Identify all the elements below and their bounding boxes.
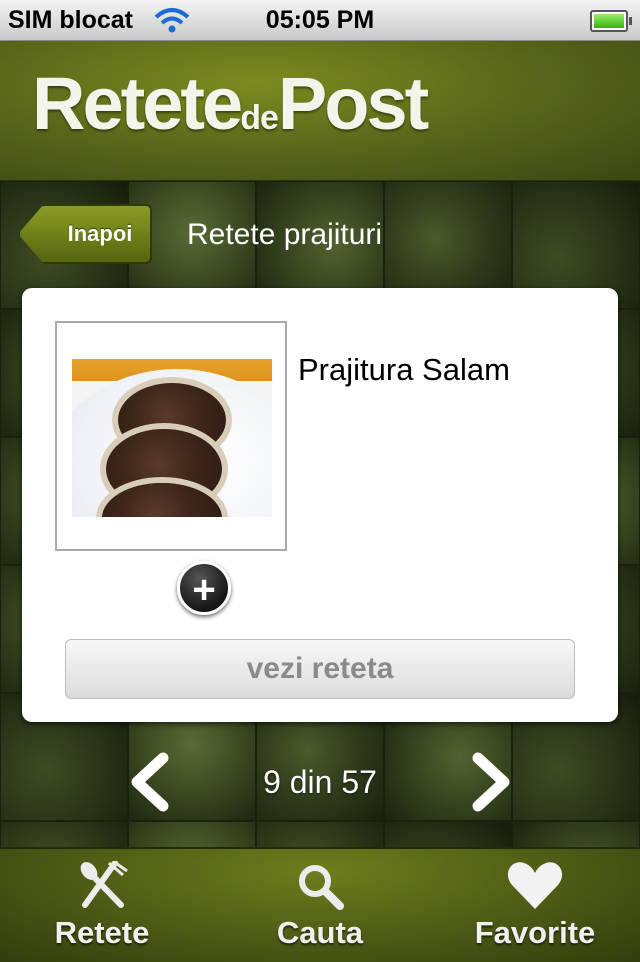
- tab-favorite-label: Favorite: [474, 915, 596, 950]
- tab-cauta-label: Cauta: [276, 915, 364, 950]
- back-button-label: Inapoi: [67, 221, 133, 246]
- recipe-card: + Prajitura Salam vezi reteta: [22, 288, 618, 722]
- back-button[interactable]: Inapoi: [18, 204, 152, 264]
- status-bar: SIM blocat 05:05 PM: [0, 0, 640, 41]
- tab-retete[interactable]: Retete: [22, 849, 182, 962]
- tab-favorite[interactable]: Favorite: [455, 849, 615, 962]
- page-title: Retete prajituri: [187, 218, 383, 251]
- tab-cauta[interactable]: Cauta: [240, 849, 400, 962]
- recipe-photo: [72, 359, 272, 517]
- app-logo: RetetedePost: [32, 62, 429, 145]
- add-favorite-button[interactable]: +: [177, 561, 231, 615]
- clock: 05:05 PM: [265, 6, 375, 34]
- utensils-icon: [80, 861, 128, 908]
- search-icon: [299, 865, 344, 910]
- heart-icon: [507, 862, 563, 909]
- tab-retete-label: Retete: [54, 915, 150, 950]
- recipe-photo-frame[interactable]: +: [55, 321, 287, 615]
- app-header: RetetedePost: [0, 41, 640, 182]
- view-recipe-button[interactable]: vezi reteta: [65, 639, 575, 699]
- recipe-name: Prajitura Salam: [298, 352, 510, 387]
- battery-icon: [590, 10, 632, 32]
- pager-indicator: 9 din 57: [263, 764, 377, 800]
- tab-bar: Retete Cauta Favorite: [0, 847, 640, 962]
- next-arrow-icon[interactable]: [470, 752, 514, 812]
